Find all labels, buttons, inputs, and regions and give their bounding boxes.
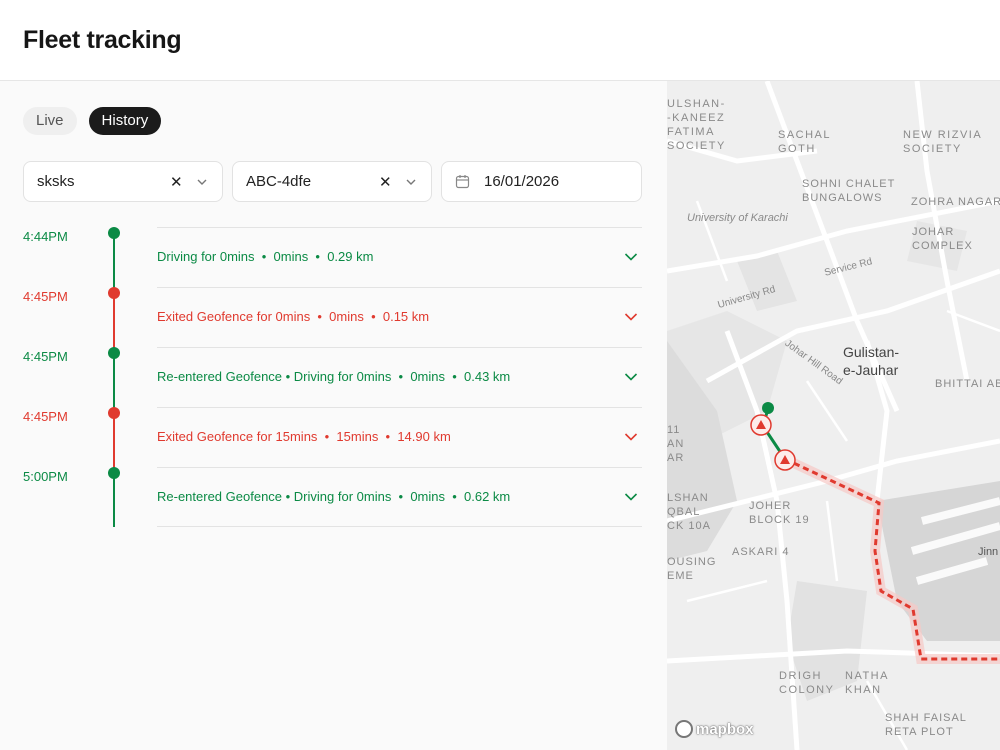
tab-history[interactable]: History (88, 107, 162, 135)
page-title: Fleet tracking (23, 26, 182, 54)
timeline-item-summary: Driving for 0mins • 0mins • 0.29 km (157, 249, 374, 264)
timeline-connector (113, 353, 115, 413)
mapbox-logo-text: mapbox (696, 720, 754, 738)
map-label: SHAH FAISAL RETA PLOT (885, 712, 967, 738)
timeline-item-summary: Re-entered Geofence • Driving for 0mins … (157, 489, 511, 504)
timeline-item[interactable]: Re-entered Geofence • Driving for 0mins … (157, 467, 642, 527)
expand-chevron-icon[interactable] (624, 492, 638, 502)
map-label: Jinn (978, 546, 999, 558)
date-picker[interactable]: 16/01/2026 (441, 161, 642, 202)
mapbox-logo[interactable]: mapbox (675, 720, 754, 738)
expand-chevron-icon[interactable] (624, 432, 638, 442)
timeline-item-summary: Exited Geofence for 15mins • 15mins • 14… (157, 429, 451, 444)
map-label: BHITTAI ABA (935, 378, 1000, 390)
map-label: 11 AN AR (667, 424, 685, 464)
status-dot (108, 227, 120, 239)
map-label: JOHAR COMPLEX (912, 226, 973, 252)
map-label: OUSING EME (667, 556, 717, 582)
map-label: NATHA KHAN (845, 670, 889, 696)
timeline-item[interactable]: Exited Geofence for 0mins • 0mins • 0.15… (157, 287, 642, 347)
history-panel: Live History sksks ✕ ABC-4dfe ✕ 16/01/20… (0, 81, 667, 750)
map-label: University of Karachi (687, 212, 788, 224)
expand-chevron-icon[interactable] (624, 372, 638, 382)
expand-chevron-icon[interactable] (624, 252, 638, 262)
route-map[interactable]: ULSHAN- -KANEEZ FATIMA SOCIETY SACHAL GOTH N… (667, 81, 1000, 750)
timeline-item-summary: Exited Geofence for 0mins • 0mins • 0.15… (157, 309, 430, 324)
status-dot (108, 407, 120, 419)
timeline-connector (113, 293, 115, 353)
driver-select-value: sksks (37, 173, 75, 190)
clear-driver-icon[interactable]: ✕ (170, 173, 183, 191)
timeline-connector (113, 233, 115, 293)
timeline-time: 5:00PM (23, 469, 68, 484)
timeline-connector (113, 473, 115, 527)
clear-vehicle-icon[interactable]: ✕ (379, 173, 392, 191)
map-label: LSHAN QBAL CK 10A (667, 492, 711, 532)
map-label: SOHNI CHALET BUNGALOWS (802, 178, 896, 204)
map-label: SACHAL GOTH (778, 129, 832, 155)
timeline-item[interactable]: Exited Geofence for 15mins • 15mins • 14… (157, 407, 642, 467)
map-label: ZOHRA NAGAR (911, 196, 1000, 208)
map-label: NEW RIZVIA SOCIETY (903, 129, 983, 155)
timeline-time: 4:44PM (23, 229, 68, 244)
map-label: Gulistan-e-Jauhar (843, 344, 900, 378)
tab-live[interactable]: Live (23, 107, 77, 135)
chevron-down-icon[interactable] (196, 176, 208, 188)
chevron-down-icon[interactable] (405, 176, 417, 188)
timeline-item[interactable]: Re-entered Geofence • Driving for 0mins … (157, 347, 642, 407)
driver-select[interactable]: sksks ✕ (23, 161, 223, 202)
expand-chevron-icon[interactable] (624, 312, 638, 322)
timeline-time: 4:45PM (23, 409, 68, 424)
timeline-connector (113, 413, 115, 473)
map-label: ASKARI 4 (732, 546, 790, 558)
map-label: ULSHAN- -KANEEZ FATIMA SOCIETY (667, 98, 726, 152)
vehicle-select[interactable]: ABC-4dfe ✕ (232, 161, 432, 202)
timeline-time: 4:45PM (23, 289, 68, 304)
map-label: DRIGH COLONY (779, 670, 835, 696)
mapbox-logo-icon (675, 720, 693, 738)
page-header: Fleet tracking (0, 0, 1000, 81)
view-tabs: Live History (23, 107, 162, 135)
date-value: 16/01/2026 (484, 173, 560, 190)
status-dot (108, 347, 120, 359)
geofence-exit-marker[interactable] (774, 449, 796, 471)
timeline-item-summary: Re-entered Geofence • Driving for 0mins … (157, 369, 511, 384)
timeline-item[interactable]: Driving for 0mins • 0mins • 0.29 km (157, 227, 642, 287)
vehicle-select-value: ABC-4dfe (246, 173, 312, 190)
map-label: JOHER BLOCK 19 (749, 500, 810, 526)
status-dot (108, 287, 120, 299)
calendar-icon (455, 175, 470, 189)
route-start-marker[interactable] (762, 402, 774, 414)
geofence-exit-marker[interactable] (750, 414, 772, 436)
status-dot (108, 467, 120, 479)
timeline-time: 4:45PM (23, 349, 68, 364)
